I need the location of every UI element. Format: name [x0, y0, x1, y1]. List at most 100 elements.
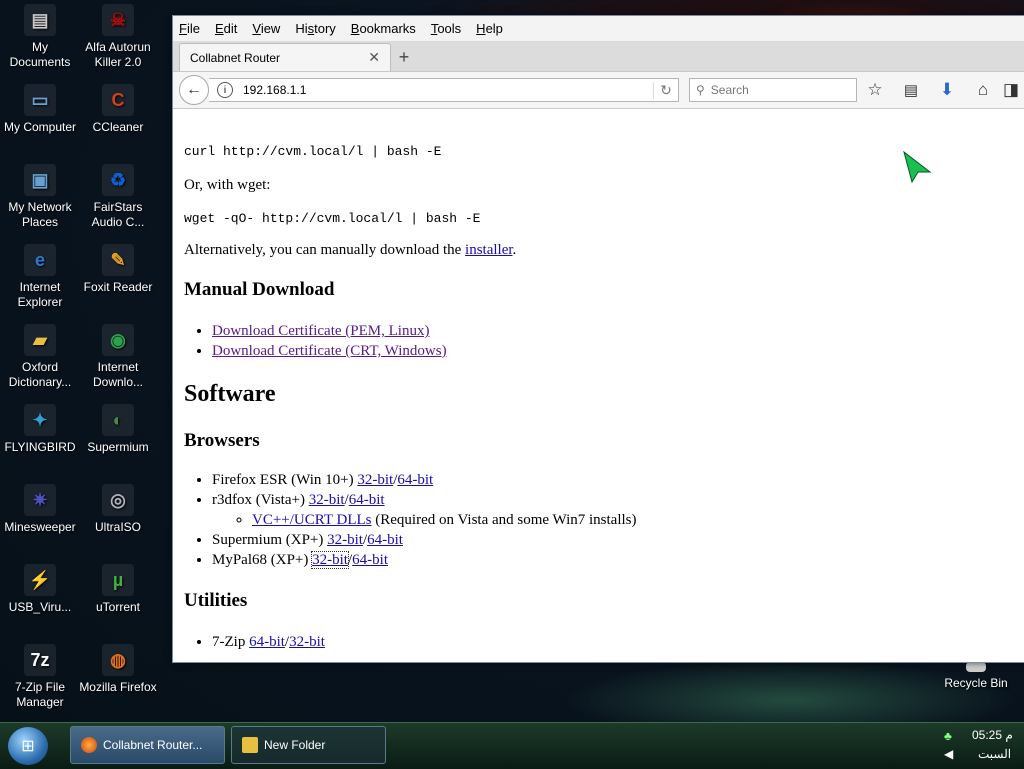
desktop-icon-folder-documents[interactable]: ▤ My Documents — [0, 4, 80, 70]
browsers-heading: Browsers — [184, 430, 260, 451]
supermium-32bit-link[interactable]: 32-bit — [327, 532, 363, 548]
menu-bookmarks[interactable]: Bookmarks — [351, 21, 416, 36]
crt-certificate-link[interactable]: Download Certificate (CRT, Windows) — [212, 343, 447, 359]
desktop-icon-ccleaner[interactable]: C CCleaner — [78, 84, 158, 135]
close-tab-icon[interactable]: ✕ — [368, 49, 380, 66]
desktop-icon-disc[interactable]: ◎ UltraISO — [78, 484, 158, 535]
list-item: Download Certificate (PEM, Linux) — [212, 321, 1024, 341]
mouse-cursor-icon — [903, 150, 932, 184]
desktop-icon-usb-virus[interactable]: ⚡ USB_Viru... — [0, 564, 80, 615]
page-content: curl http://cvm.local/l | bash -E Or, wi… — [173, 132, 1024, 662]
desktop-icon-mine[interactable]: ✷ Minesweeper — [0, 484, 80, 535]
desktop-icon-utorrent[interactable]: µ uTorrent — [78, 564, 158, 615]
r3dfox-sublist: VC++/UCRT DLLs (Required on Vista and so… — [212, 510, 1024, 530]
utilities-list: 7-Zip 64-bit/32-bit — [184, 632, 1024, 652]
mypal68-32bit-link[interactable]: 32-bit — [311, 551, 349, 569]
r3dfox-64bit-link[interactable]: 64-bit — [349, 492, 385, 508]
info-icon[interactable]: i — [217, 82, 233, 98]
reload-icon[interactable]: ↻ — [653, 81, 678, 99]
supermium-64bit-link[interactable]: 64-bit — [367, 532, 403, 548]
desktop-icon-virus-killer[interactable]: ☠ Alfa Autorun Killer 2.0 — [78, 4, 158, 70]
manual-download-heading: Manual Download — [184, 279, 335, 300]
browsers-list: Firefox ESR (Win 10+) 32-bit/64-bit r3df… — [184, 470, 1024, 570]
taskbar-item-new-folder[interactable]: New Folder — [231, 726, 386, 764]
menu-tools[interactable]: Tools — [431, 21, 461, 36]
desktop-icon-supermium[interactable]: ◐ Supermium — [78, 404, 158, 455]
clock-day: السبت — [978, 747, 1012, 761]
menu-history[interactable]: History — [295, 21, 335, 36]
library-icon[interactable]: ▤ — [893, 81, 929, 99]
menu-bar: File Edit View History Bookmarks Tools Help — [173, 16, 1024, 41]
7zip-64bit-link[interactable]: 64-bit — [249, 634, 285, 650]
mine-icon: ✷ — [24, 484, 56, 516]
firefox-esr-64bit-link[interactable]: 64-bit — [397, 472, 433, 488]
foxit-reader-icon: ✎ — [102, 244, 134, 276]
menu-view[interactable]: View — [252, 21, 280, 36]
wget-intro: Or, with wget: — [184, 177, 271, 193]
search-input[interactable]: ⚲ Search — [689, 78, 857, 102]
network-tray-icon[interactable]: ♣ — [944, 729, 952, 743]
new-tab-button[interactable]: + — [391, 43, 417, 71]
pocket-icon[interactable]: ◨ — [1001, 80, 1021, 100]
firefox-window: File Edit View History Bookmarks Tools Help Co… — [172, 15, 1024, 663]
desktop-icon-network[interactable]: ▣ My Network Places — [0, 164, 80, 230]
curl-command: curl http://cvm.local/l | bash -E — [184, 144, 442, 159]
installer-link[interactable]: installer — [465, 242, 513, 258]
7zip-32bit-link[interactable]: 32-bit — [289, 634, 325, 650]
firefox-icon: ◍ — [102, 644, 134, 676]
desktop-icon-recycle-audio[interactable]: ♻ FairStars Audio C... — [78, 164, 158, 230]
url-value: 192.168.1.1 — [243, 83, 307, 97]
vcpp-dlls-link[interactable]: VC++/UCRT DLLs — [252, 512, 372, 528]
desktop-icon-firefox[interactable]: ◍ Mozilla Firefox — [78, 644, 158, 695]
menu-file[interactable]: File — [179, 21, 200, 36]
start-button[interactable]: ⊞ — [8, 727, 48, 765]
firefox-esr-32bit-link[interactable]: 32-bit — [357, 472, 393, 488]
taskbar-item-firefox[interactable]: Collabnet Router... — [70, 726, 225, 764]
desktop-icon-download-globe[interactable]: ◉ Internet Downlo... — [78, 324, 158, 390]
list-item: r3dfox (Vista+) 32-bit/64-bit VC++/UCRT … — [212, 490, 1024, 530]
volume-tray-icon[interactable]: ◀ — [944, 747, 953, 761]
system-tray: ♣ ◀ 05:25 م السبت — [934, 723, 1024, 769]
computer-icon: ▭ — [24, 84, 56, 116]
folder-icon: ▰ — [24, 324, 56, 356]
navigation-toolbar: ← i 192.168.1.1 ↻ ⚲ Search ☆ ▤ ⬇ ⌂ ◨ — [173, 72, 1024, 109]
desktop-icon-computer[interactable]: ▭ My Computer — [0, 84, 80, 135]
pem-certificate-link[interactable]: Download Certificate (PEM, Linux) — [212, 323, 429, 339]
recycle-audio-icon: ♻ — [102, 164, 134, 196]
list-item: VC++/UCRT DLLs (Required on Vista and so… — [252, 510, 1024, 530]
desktop-icon-folder[interactable]: ▰ Oxford Dictionary... — [0, 324, 80, 390]
desktop-icon-7zip[interactable]: 7z 7-Zip File Manager — [0, 644, 80, 710]
bookmark-star-icon[interactable]: ☆ — [857, 80, 893, 100]
download-list: Download Certificate (PEM, Linux) Downlo… — [184, 321, 1024, 361]
internet-explorer-icon: e — [24, 244, 56, 276]
recycle-bin[interactable]: Recycle Bin — [936, 662, 1016, 691]
network-icon: ▣ — [24, 164, 56, 196]
list-item: Supermium (XP+) 32-bit/64-bit — [212, 530, 1024, 550]
menu-edit[interactable]: Edit — [215, 21, 237, 36]
firefox-icon — [81, 737, 97, 753]
software-heading: Software — [184, 381, 276, 407]
clock-time[interactable]: 05:25 م — [972, 728, 1013, 742]
list-item: 7-Zip 64-bit/32-bit — [212, 632, 1024, 652]
desktop-icon-internet-explorer[interactable]: e Internet Explorer — [0, 244, 80, 310]
desktop-icon-foxit-reader[interactable]: ✎ Foxit Reader — [78, 244, 158, 295]
list-item: Firefox ESR (Win 10+) 32-bit/64-bit — [212, 470, 1024, 490]
windows-logo-icon: ⊞ — [21, 738, 35, 755]
bird-icon: ✦ — [24, 404, 56, 436]
list-item: MyPal68 (XP+) 32-bit/64-bit — [212, 550, 1024, 570]
download-icon[interactable]: ⬇ — [929, 80, 965, 100]
back-button[interactable]: ← — [179, 75, 209, 105]
menu-help[interactable]: Help — [476, 21, 503, 36]
utorrent-icon: µ — [102, 564, 134, 596]
r3dfox-32bit-link[interactable]: 32-bit — [309, 492, 345, 508]
virus-killer-icon: ☠ — [102, 4, 134, 36]
back-arrow-icon: ← — [186, 81, 202, 98]
desktop-icon-bird[interactable]: ✦ FLYINGBIRD — [0, 404, 80, 455]
mypal68-64bit-link[interactable]: 64-bit — [352, 552, 388, 568]
tab-title: Collabnet Router — [190, 50, 281, 65]
url-bar[interactable]: i 192.168.1.1 ↻ — [209, 78, 679, 102]
home-icon[interactable]: ⌂ — [965, 80, 1001, 100]
wget-command: wget -qO- http://cvm.local/l | bash -E — [184, 211, 481, 226]
tab-collabnet-router[interactable]: Collabnet Router ✕ — [179, 43, 391, 71]
list-item: Download Certificate (CRT, Windows) — [212, 341, 1024, 361]
